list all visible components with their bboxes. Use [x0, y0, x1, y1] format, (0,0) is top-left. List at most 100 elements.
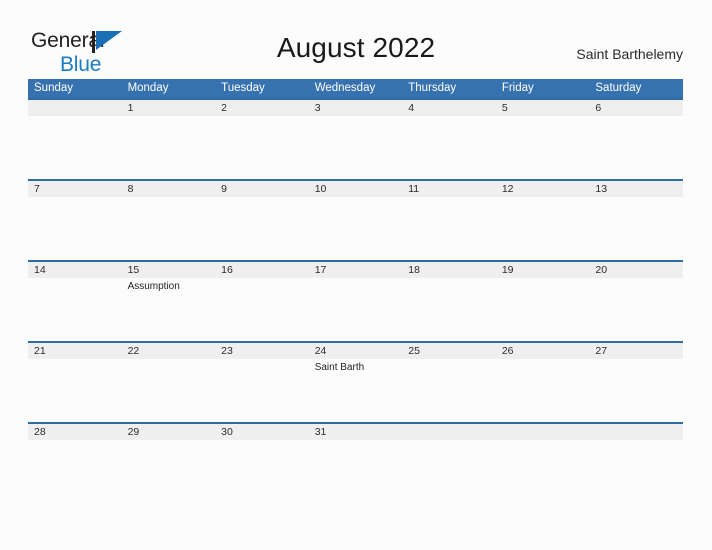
calendar-day-cell[interactable]: 20 [589, 260, 683, 342]
day-events [215, 440, 309, 442]
calendar-day-cell[interactable]: 28 [28, 422, 122, 457]
day-events [28, 197, 122, 199]
calendar-day-cell[interactable]: 19 [495, 260, 590, 342]
calendar-day-cell[interactable]: 31 [308, 422, 403, 457]
calendar-day-cell[interactable]: 30 [215, 422, 309, 457]
day-events [589, 278, 683, 280]
day-number: 19 [495, 262, 590, 278]
weekday-header-row: Sunday Monday Tuesday Wednesday Thursday… [28, 79, 683, 99]
calendar-day-cell[interactable]: 7 [28, 179, 122, 261]
day-number: 12 [495, 181, 590, 197]
day-number: 7 [28, 181, 122, 197]
calendar-day-cell[interactable]: 23 [215, 341, 309, 423]
day-cell-inner: 14 [28, 262, 122, 341]
day-cell-inner [589, 424, 683, 457]
day-cell-inner: 24 Saint Barth [308, 343, 403, 422]
day-cell-inner [402, 424, 496, 457]
day-number: 31 [308, 424, 403, 440]
calendar-day-cell[interactable] [495, 422, 590, 457]
calendar-day-cell[interactable]: 25 [402, 341, 496, 423]
day-number: 13 [589, 181, 683, 197]
weekday-header-wednesday: Wednesday [308, 79, 403, 99]
day-number: 18 [402, 262, 496, 278]
calendar-location: Saint Barthelemy [576, 46, 683, 62]
day-cell-inner: 12 [495, 181, 590, 260]
day-cell-inner: 7 [28, 181, 122, 260]
calendar-day-cell[interactable]: 14 [28, 260, 122, 342]
day-number-empty [495, 424, 590, 440]
day-cell-inner [28, 100, 122, 179]
day-number: 30 [215, 424, 309, 440]
day-number: 3 [308, 100, 403, 116]
day-cell-inner: 22 [121, 343, 216, 422]
calendar-day-cell[interactable]: 8 [121, 179, 216, 261]
day-cell-inner [495, 424, 590, 457]
day-cell-inner: 30 [215, 424, 309, 457]
day-number: 10 [308, 181, 403, 197]
day-cell-inner: 29 [121, 424, 216, 457]
day-cell-inner: 26 [495, 343, 590, 422]
weekday-header-thursday: Thursday [402, 79, 496, 99]
calendar-day-cell[interactable] [589, 422, 683, 457]
day-events [402, 278, 496, 280]
calendar-day-cell[interactable]: 27 [589, 341, 683, 423]
calendar-event: Assumption [127, 281, 180, 292]
day-cell-inner: 2 [215, 100, 309, 179]
calendar-day-cell[interactable]: 26 [495, 341, 590, 423]
day-cell-inner: 9 [215, 181, 309, 260]
day-number-empty [28, 100, 122, 116]
calendar-day-cell[interactable]: 24 Saint Barth [308, 341, 403, 423]
calendar-day-cell[interactable]: 12 [495, 179, 590, 261]
calendar-day-cell[interactable]: 11 [402, 179, 496, 261]
day-cell-inner: 10 [308, 181, 403, 260]
calendar-day-cell[interactable]: 1 [121, 98, 216, 180]
calendar-day-cell[interactable]: 5 [495, 98, 590, 180]
calendar-day-cell[interactable]: 3 [308, 98, 403, 180]
day-number: 25 [402, 343, 496, 359]
day-events [589, 197, 683, 199]
weekday-header-tuesday: Tuesday [215, 79, 309, 99]
day-cell-inner: 4 [402, 100, 496, 179]
calendar-day-cell[interactable] [28, 98, 122, 180]
calendar-day-cell[interactable]: 22 [121, 341, 216, 423]
calendar-day-cell[interactable]: 29 [121, 422, 216, 457]
day-events [402, 197, 496, 199]
calendar-week-row: 14 15 Assumption 16 17 18 19 20 [28, 260, 683, 342]
day-number: 26 [495, 343, 590, 359]
day-number: 8 [121, 181, 216, 197]
calendar-day-cell[interactable]: 18 [402, 260, 496, 342]
calendar-day-cell[interactable]: 21 [28, 341, 122, 423]
day-cell-inner: 15 Assumption [121, 262, 216, 341]
day-events [215, 278, 309, 280]
day-events [28, 116, 122, 118]
weekday-header-saturday: Saturday [589, 79, 683, 99]
calendar-day-cell[interactable]: 16 [215, 260, 309, 342]
page-header: General Blue August 2022 Saint Barthelem… [0, 0, 712, 79]
day-number: 9 [215, 181, 309, 197]
calendar-day-cell[interactable]: 17 [308, 260, 403, 342]
calendar-day-cell[interactable]: 4 [402, 98, 496, 180]
day-events [402, 359, 496, 361]
day-number-empty [402, 424, 496, 440]
day-number: 23 [215, 343, 309, 359]
calendar-day-cell[interactable]: 9 [215, 179, 309, 261]
day-number: 4 [402, 100, 496, 116]
calendar-day-cell[interactable]: 6 [589, 98, 683, 180]
day-cell-inner: 3 [308, 100, 403, 179]
calendar-day-cell[interactable]: 10 [308, 179, 403, 261]
calendar-week-row: 21 22 23 24 Saint Barth 25 26 27 [28, 341, 683, 423]
day-number: 22 [121, 343, 216, 359]
day-events [496, 359, 590, 361]
calendar-day-cell[interactable]: 15 Assumption [121, 260, 216, 342]
calendar-day-cell[interactable] [402, 422, 496, 457]
day-events [309, 278, 403, 280]
calendar-day-cell[interactable]: 13 [589, 179, 683, 261]
day-number: 17 [308, 262, 403, 278]
day-number: 1 [121, 100, 216, 116]
day-cell-inner: 13 [589, 181, 683, 260]
day-number: 2 [215, 100, 309, 116]
day-cell-inner: 5 [495, 100, 590, 179]
calendar-day-cell[interactable]: 2 [215, 98, 309, 180]
day-cell-inner: 19 [495, 262, 590, 341]
day-events [496, 440, 590, 442]
